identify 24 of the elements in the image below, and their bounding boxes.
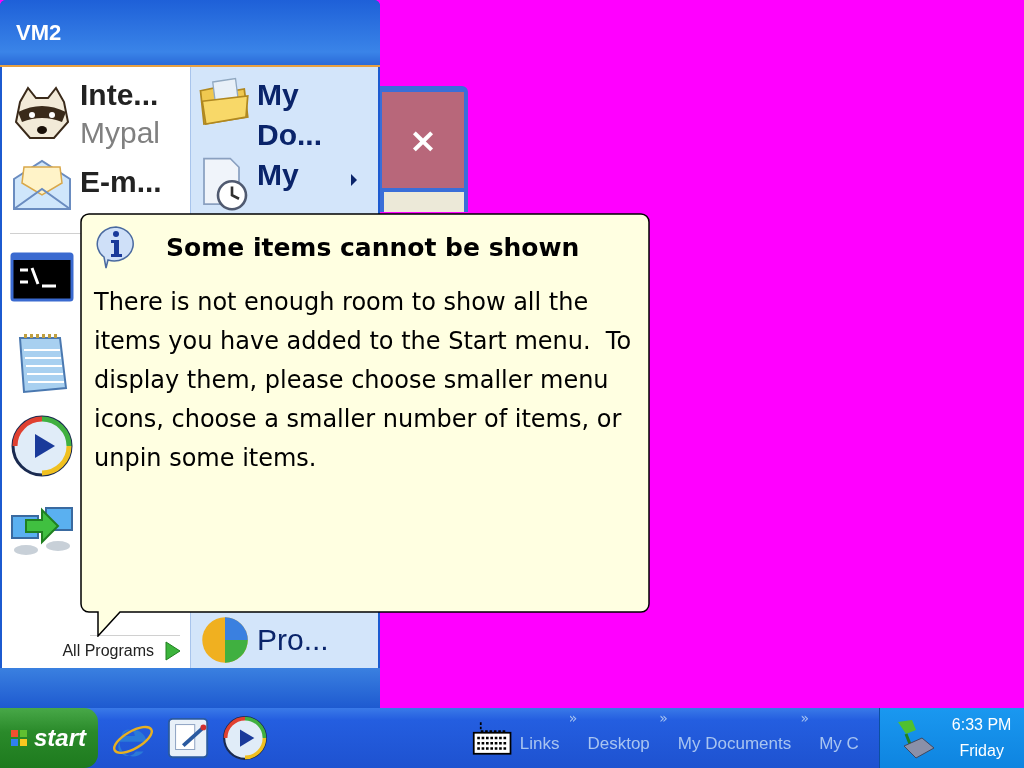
place-item[interactable]: My Do...	[197, 75, 372, 155]
user-name: VM2	[16, 19, 62, 46]
close-button[interactable]: ×	[382, 92, 464, 188]
arrow-icon	[164, 640, 182, 662]
balloon-message: There is not enough room to show all the items you have added to the Start menu. To display them, please choose smaller menu icons, choose a smaller number of items, or unpin some items.	[94, 287, 633, 474]
place-item[interactable]: Pro...	[197, 612, 372, 668]
all-programs-button[interactable]: All Programs	[10, 636, 190, 668]
toolbar-chevron[interactable]: »	[568, 710, 578, 726]
toolbar-label[interactable]: My Documents	[677, 734, 792, 754]
place-item[interactable]: My	[197, 155, 372, 211]
pinned-program[interactable]: E-m...	[10, 153, 190, 219]
toolbar-label[interactable]: My C	[819, 734, 859, 754]
toolbar-chevron[interactable]: »	[659, 710, 668, 726]
toolbar-label[interactable]: Desktop	[587, 734, 650, 754]
windows-logo-icon	[10, 729, 28, 747]
start-button[interactable]: start	[0, 708, 98, 768]
balloon-title: Some items cannot be shown	[166, 232, 580, 262]
media-player-icon[interactable]	[10, 414, 74, 478]
pinned-program[interactable]: Inte... Mypal	[10, 75, 190, 153]
toolbar-label[interactable]: Links	[519, 734, 560, 754]
media-player-icon[interactable]	[221, 715, 268, 761]
toolbar-chevron[interactable]: »	[800, 710, 810, 726]
clock-time: 6:33 PM	[951, 715, 1012, 735]
clock-day: Friday	[959, 738, 1004, 764]
